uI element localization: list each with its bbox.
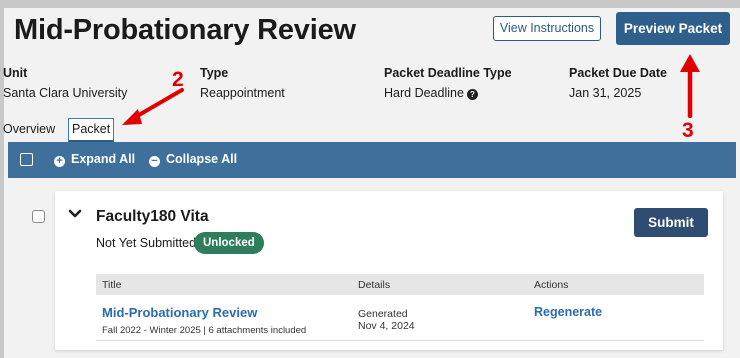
annotation-arrow-to-packet-tab	[122, 88, 184, 125]
section-checkbox[interactable]	[32, 210, 45, 223]
deadline-type-value: Hard Deadline	[384, 86, 464, 100]
due-date-value: Jan 31, 2025	[569, 86, 642, 100]
table-header: Title Details Actions	[96, 274, 704, 295]
tab-overview[interactable]: Overview	[3, 122, 55, 136]
expand-all-label: Expand All	[71, 152, 136, 166]
type-label: Type	[200, 66, 229, 80]
packet-toolbar: + Expand All − Collapse All	[8, 142, 736, 178]
section-title: Faculty180 Vita	[96, 208, 209, 225]
select-all-checkbox[interactable]	[20, 153, 33, 166]
annotation-arrow-to-preview-button	[680, 54, 700, 118]
generated-label: Generated	[358, 308, 408, 320]
status-badge: Unlocked	[194, 232, 264, 254]
regenerate-link[interactable]: Regenerate	[534, 305, 602, 319]
expand-all-button[interactable]: + Expand All	[54, 152, 135, 167]
plus-circle-icon: +	[54, 156, 65, 167]
deadline-type-label: Packet Deadline Type	[384, 66, 512, 80]
help-icon[interactable]: ?	[466, 89, 478, 100]
tab-packet[interactable]: Packet	[68, 118, 115, 143]
minus-circle-icon: −	[149, 156, 160, 167]
column-header-title: Title	[102, 279, 122, 291]
document-title-link[interactable]: Mid-Probationary Review	[102, 305, 257, 320]
due-date-label: Packet Due Date	[569, 66, 667, 80]
column-header-details: Details	[358, 279, 391, 291]
generated-date: Nov 4, 2024	[358, 320, 415, 332]
page-title: Mid-Probationary Review	[14, 14, 356, 46]
deadline-type-field: Hard Deadline?	[384, 86, 478, 100]
submit-button[interactable]: Submit	[634, 208, 708, 237]
unit-value: Santa Clara University	[3, 86, 128, 100]
view-instructions-button[interactable]: View Instructions	[493, 16, 601, 41]
chevron-down-icon[interactable]	[68, 208, 82, 220]
unit-label: Unit	[3, 66, 28, 80]
row-divider	[96, 340, 704, 341]
collapse-all-label: Collapse All	[166, 152, 238, 166]
section-status: Not Yet Submitted	[96, 236, 197, 250]
column-header-actions: Actions	[534, 279, 569, 291]
annotation-number-3: 3	[682, 119, 694, 142]
document-subtitle: Fall 2022 - Winter 2025 | 6 attachments …	[102, 325, 307, 336]
type-value: Reappointment	[200, 86, 285, 100]
preview-packet-button[interactable]: Preview Packet	[616, 12, 730, 45]
collapse-all-button[interactable]: − Collapse All	[149, 152, 237, 167]
